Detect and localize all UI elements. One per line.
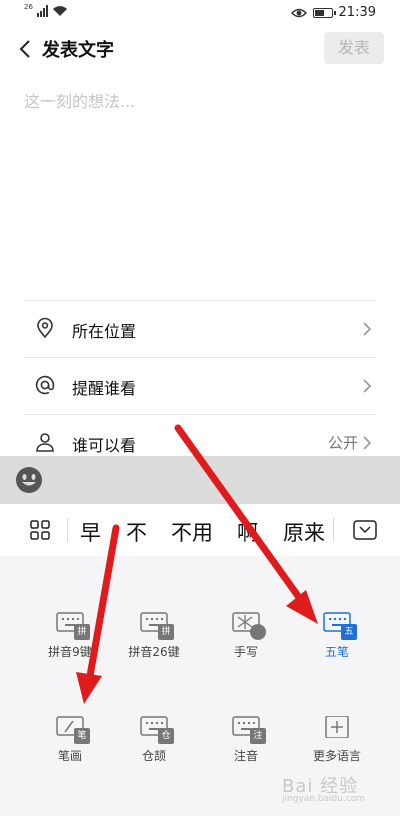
keyboard-icon: 拼 [56, 612, 90, 640]
signal-icon [36, 5, 48, 17]
post-settings-list: 所在位置 提醒谁看 谁可以看 公开 [24, 300, 376, 471]
keyboard-icon: 五 [323, 612, 357, 640]
candidate-word[interactable]: 啊 [237, 517, 258, 547]
visibility-value: 公开 [327, 434, 358, 452]
wifi-icon [52, 6, 67, 16]
method-more-languages[interactable]: 更多语言 [292, 715, 382, 764]
method-badge: 拼 [74, 624, 90, 640]
method-label: 拼音9键 [48, 645, 92, 659]
method-stroke[interactable]: 笔 笔画 [25, 716, 115, 764]
method-cangjie[interactable]: 仓 仓颉 [109, 716, 199, 764]
visibility-label: 谁可以看 [72, 436, 137, 455]
method-badge: 注 [250, 728, 266, 744]
method-badge: 笔 [74, 728, 90, 744]
candidate-word[interactable]: 原来 [283, 517, 325, 547]
status-right: 21:39 [290, 5, 376, 20]
status-bar: 26 21:39 [0, 0, 400, 26]
chevron-right-icon [363, 436, 372, 450]
divider [67, 518, 68, 542]
keyboard-collapse-icon[interactable] [353, 520, 377, 540]
method-label: 拼音26键 [128, 645, 180, 659]
keyboard-icon: 拼 [140, 612, 174, 640]
candidate-word[interactable]: 不 [126, 517, 147, 547]
method-label: 手写 [233, 645, 258, 659]
back-icon[interactable] [14, 37, 38, 61]
method-wubi[interactable]: 五 五笔 [292, 612, 382, 660]
method-pinyin9[interactable]: 拼 拼音9键 [25, 612, 115, 660]
status-time: 21:39 [338, 5, 376, 20]
candidate-word[interactable]: 不用 [171, 517, 213, 547]
network-type: 26 [24, 3, 33, 11]
method-label: 注音 [233, 749, 258, 763]
remind-row[interactable]: 提醒谁看 [24, 357, 376, 414]
post-text-input[interactable]: 这一刻的想法... [24, 88, 376, 128]
emoji-icon[interactable] [15, 466, 43, 494]
method-label: 五笔 [324, 645, 349, 659]
header-bar: 发表文字 发表 [0, 26, 400, 72]
method-badge: 仓 [158, 728, 174, 744]
location-label: 所在位置 [72, 322, 137, 341]
eye-icon [290, 8, 307, 17]
method-zhuyin[interactable]: 注 注音 [201, 716, 291, 764]
ime-candidate-bar: 早 不 不用 啊 原来 [0, 504, 400, 557]
location-pin-icon [37, 317, 53, 339]
person-icon [36, 433, 54, 452]
divider [333, 518, 334, 542]
stroke-icon: 笔 [56, 716, 90, 744]
chevron-right-icon [363, 379, 372, 393]
emoji-toolbar [0, 456, 400, 504]
watermark-url: jingyan.baidu.com [282, 794, 366, 804]
status-left: 26 [24, 3, 68, 17]
plus-icon [323, 715, 351, 739]
chevron-right-icon [363, 322, 372, 336]
at-sign-icon [35, 375, 55, 395]
method-label: 笔画 [57, 749, 82, 763]
method-label: 更多语言 [312, 749, 361, 763]
method-badge: 五 [341, 624, 357, 640]
publish-button[interactable]: 发表 [324, 32, 384, 64]
page-title: 发表文字 [42, 40, 114, 61]
remind-label: 提醒谁看 [72, 379, 137, 398]
keyboard-icon: 仓 [140, 716, 174, 744]
menu-grid-icon[interactable] [30, 520, 50, 540]
method-badge: 拼 [158, 624, 174, 640]
method-handwriting[interactable]: 手写 [201, 612, 291, 660]
method-pinyin26[interactable]: 拼 拼音26键 [109, 612, 199, 660]
location-row[interactable]: 所在位置 [24, 300, 376, 357]
handwriting-icon [232, 612, 266, 640]
keyboard-icon: 注 [232, 716, 266, 744]
method-label: 仓颉 [141, 749, 166, 763]
battery-icon [312, 7, 336, 18]
candidate-word[interactable]: 早 [80, 517, 101, 547]
hand-icon [250, 624, 266, 640]
